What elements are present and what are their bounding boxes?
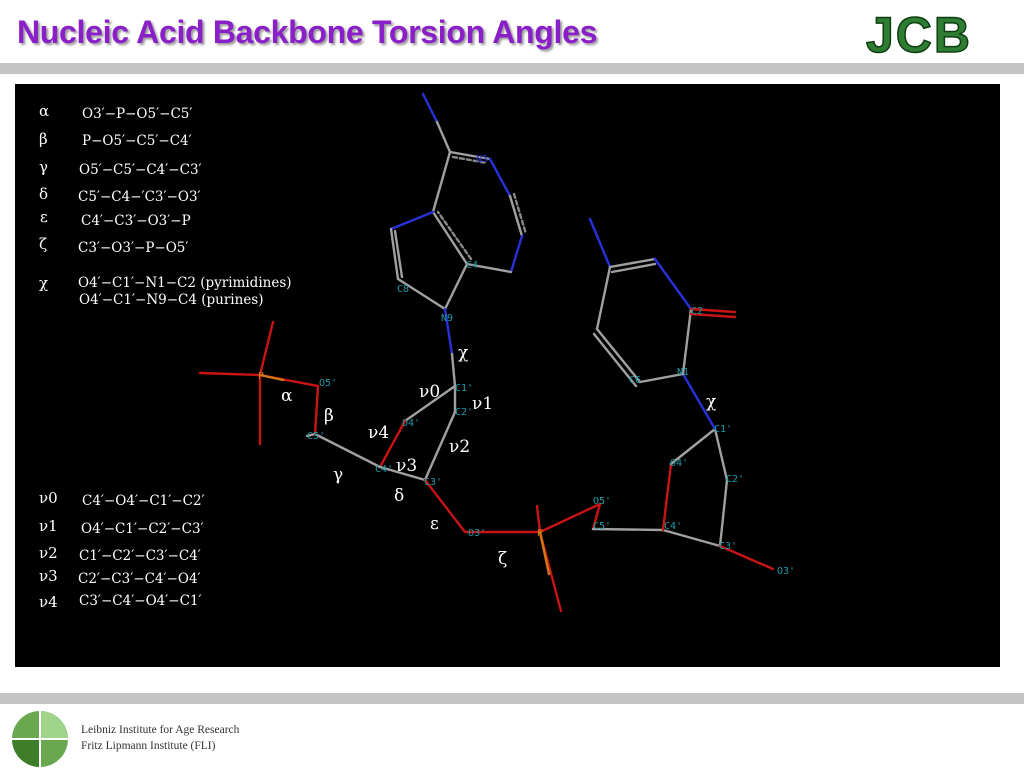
- atom-label-c4-2: C4': [664, 521, 682, 532]
- bond: [681, 307, 693, 376]
- atom-label-c3-2: C3': [719, 541, 737, 552]
- jcb-logo-text: JCB: [866, 7, 972, 60]
- gamma-symbol: γ: [39, 158, 48, 176]
- nu1-symbol: ν1: [39, 517, 58, 535]
- beta-symbol: β: [39, 130, 48, 148]
- bond: [431, 150, 452, 214]
- chi-definition-pyrimidines: O4′−C1′−N1−C2 (pyrimidines): [78, 275, 292, 291]
- alpha-definition: O3′−P−O5′−C5′: [82, 106, 193, 122]
- atom-label-c8: C8: [397, 284, 409, 295]
- atom-label-c1: C1': [455, 383, 473, 394]
- bond: [588, 217, 612, 269]
- atom-label-n1: N1: [677, 367, 689, 378]
- atom-label-o5-2: O5': [593, 496, 611, 507]
- nu1-definition: O4′−C1′−C2′−C3′: [81, 521, 204, 537]
- molecule-nu3-label: ν3: [396, 456, 418, 476]
- atom-label-c2-2: C2': [726, 474, 744, 485]
- atom-label-c2: C2': [455, 407, 473, 418]
- bond: [198, 371, 262, 377]
- atom-label-c5: C5': [307, 431, 325, 442]
- bond: [443, 262, 469, 311]
- molecule-epsilon-label: ε: [430, 514, 439, 534]
- bond: [435, 120, 452, 154]
- bond: [653, 257, 693, 311]
- molecule-nu2-label: ν2: [449, 437, 471, 457]
- molecule-beta-label: β: [324, 406, 334, 426]
- bond: [450, 352, 457, 388]
- molecule-gamma-label: γ: [333, 465, 344, 485]
- chi-definition-purines: O4′−C1′−N9−C4 (purines): [79, 292, 264, 308]
- atom-label-c1-2: C1': [714, 424, 732, 435]
- delta-symbol: δ: [39, 185, 49, 203]
- page-title: Nucleic Acid Backbone Torsion Angles: [17, 14, 598, 50]
- atom-label-p: P: [258, 371, 264, 382]
- molecule-alpha-label: α: [281, 386, 293, 406]
- atom-label-p2: P: [537, 528, 543, 539]
- atom-label-o4: O4': [402, 418, 420, 429]
- atom-label-c5-2: C5': [593, 521, 611, 532]
- zeta-symbol: ζ: [39, 235, 48, 253]
- atom-label-c4: C4': [375, 464, 393, 475]
- alpha-symbol: α: [39, 102, 50, 120]
- atom-label-n9: N9: [441, 313, 453, 324]
- atom-label-c6: C6: [629, 375, 641, 386]
- atom-label-o4-2: O4': [670, 458, 688, 469]
- delta-definition: C5′−C4−′C3′−O3′: [78, 189, 201, 205]
- chi-symbol: χ: [39, 274, 49, 292]
- molecule-chi-label-2: χ: [706, 392, 717, 412]
- nu3-symbol: ν3: [39, 567, 58, 585]
- molecule-zeta-label: ζ: [498, 549, 508, 569]
- bond: [509, 234, 524, 274]
- nu2-symbol: ν2: [39, 544, 58, 562]
- atom-label-c4-base: C4: [466, 260, 478, 271]
- epsilon-definition: C4′−C3′−O3′−P: [81, 213, 191, 229]
- bond: [389, 210, 435, 231]
- bond: [488, 157, 512, 198]
- nu0-definition: C4′−O4′−C1′−C2′: [82, 493, 205, 509]
- molecule-chi-label: χ: [458, 343, 469, 363]
- molecule-panel: P O5' C5' C4' O4' C1' C2' C3' O3' N9 C8 …: [15, 84, 1000, 667]
- bond: [431, 210, 469, 266]
- jcb-logo: JCB: [865, 6, 972, 60]
- zeta-definition: C3′−O3′−P−O5′: [78, 240, 189, 256]
- footer-institute-line1: Leibniz Institute for Age Research: [81, 724, 240, 736]
- molecule-delta-label: δ: [394, 486, 405, 506]
- footer-institute-line2: Fritz Lipmann Institute (FLI): [81, 740, 216, 752]
- epsilon-symbol: ε: [40, 208, 48, 226]
- bond: [713, 427, 729, 482]
- nu4-definition: C3′−C4′−O4′−C1′: [79, 593, 202, 609]
- atom-label-o3-2: O3': [777, 566, 795, 577]
- atom-label-c3: C3': [424, 477, 442, 488]
- molecule-nu4-label: ν4: [368, 423, 390, 443]
- nu3-definition: C2′−C3′−C4′−O4′: [78, 571, 201, 587]
- molecule-nu0-label: ν0: [419, 382, 441, 402]
- molecule-nu1-label: ν1: [472, 394, 494, 414]
- bond: [436, 210, 473, 261]
- gamma-definition: O5′−C5′−C4′−C3′: [79, 162, 202, 178]
- nu0-symbol: ν0: [39, 489, 58, 507]
- bond: [595, 265, 612, 331]
- bond: [313, 384, 320, 436]
- bond: [538, 502, 602, 534]
- nu2-definition: C1′−C2′−C3′−C4′: [79, 548, 201, 564]
- beta-definition: P−O5′−C5′−C4′: [82, 133, 192, 149]
- atom-label-o3: O3': [468, 528, 486, 539]
- bond: [258, 320, 275, 377]
- bond: [661, 528, 722, 548]
- bottom-divider: [0, 693, 1024, 704]
- atom-label-c2-base: C2: [691, 306, 703, 317]
- atom-label-o5: O5': [319, 378, 337, 389]
- nu4-symbol: ν4: [39, 593, 58, 611]
- bond: [718, 478, 729, 548]
- fli-logo-icon: [12, 711, 68, 767]
- bond: [421, 92, 439, 124]
- top-divider: [0, 63, 1024, 74]
- atom-label-n3: N3: [476, 154, 488, 165]
